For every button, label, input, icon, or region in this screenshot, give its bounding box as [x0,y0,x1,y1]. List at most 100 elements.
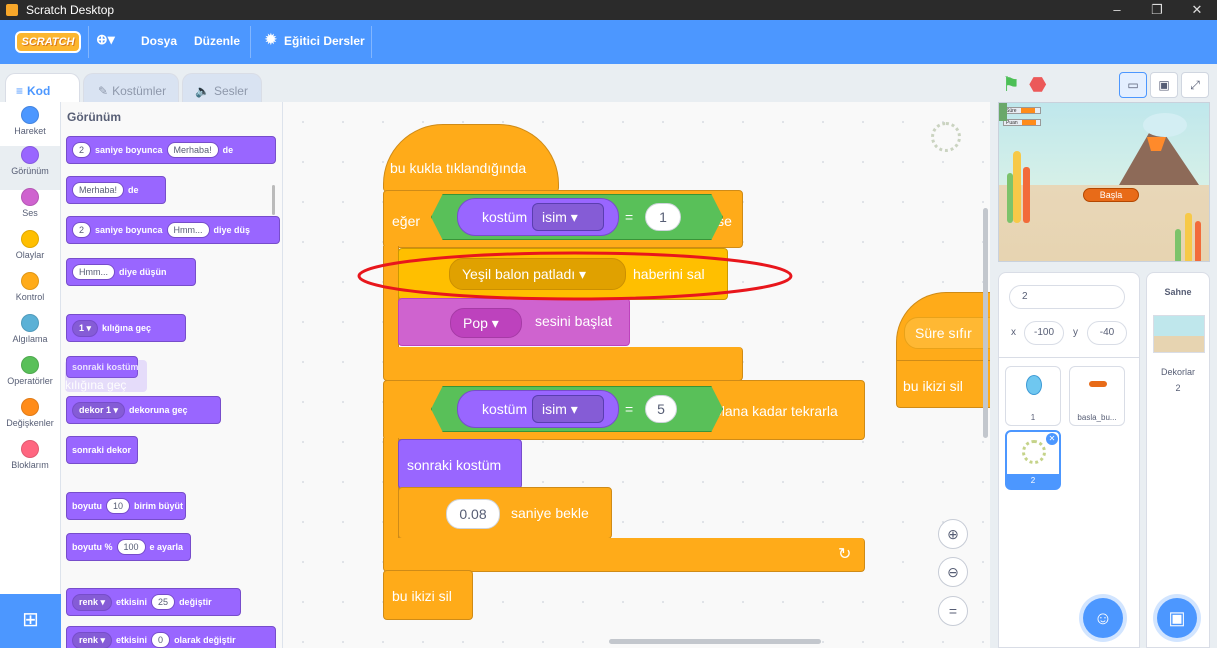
block-dropdown[interactable]: renk ▾ [72,593,113,611]
close-button[interactable]: ✕ [1177,0,1217,20]
costume-reporter-text: kostüm [482,209,528,225]
block-input[interactable]: Merhaba! [72,182,125,198]
side-reset-timer-block[interactable]: Süre sıfır [904,317,990,349]
script-vscrollbar[interactable] [983,208,988,438]
stage-canvas[interactable]: Süre Puan Başla [998,102,1210,262]
palette-change-effect-block[interactable]: renk ▾ etkisini 25 değiştir [66,588,241,616]
zoom-reset-button[interactable]: = [938,596,968,626]
category-motion[interactable]: Hareket [0,106,60,150]
zoom-in-button[interactable]: ⊕ [938,519,968,549]
sprite-name: basla_bu... [1077,413,1117,422]
category-operators[interactable]: Operatörler [0,356,60,400]
block-dropdown[interactable]: dekor 1 ▾ [72,401,126,419]
scratch-logo[interactable]: SCRATCH [15,31,81,53]
block-input[interactable]: Merhaba! [166,142,219,158]
if-label: eğer [392,213,421,229]
x-label: x [1011,327,1016,338]
block-text: de [222,145,234,155]
language-menu-icon[interactable]: ⊕▾ [96,31,115,48]
block-input[interactable]: Hmm... [72,264,115,280]
palette-set-size-block[interactable]: boyutu % 100 e ayarla [66,533,191,561]
palette-set-effect-block[interactable]: renk ▾ etkisini 0 olarak değiştir [66,626,276,648]
block-input[interactable]: Hmm... [166,222,210,238]
tab-sounds[interactable]: 🔈 Sesler [182,73,262,103]
block-dropdown[interactable]: renk ▾ [72,631,113,648]
tutorials-menu[interactable]: Eğitici Dersler [284,34,365,48]
app-icon [6,4,18,16]
delete-clone-block[interactable]: bu ikizi sil [383,570,473,620]
hat-text: bu kukla tıklandığında [390,160,527,176]
palette-say-block[interactable]: Merhaba! de [66,176,166,204]
category-control[interactable]: Kontrol [0,272,60,316]
start-game-button[interactable]: Başla [1083,188,1139,202]
wait-seconds-input[interactable]: 0.08 [446,499,500,529]
block-text: birim büyüt [134,501,184,511]
block-text: değiştir [179,597,212,607]
menu-bar: SCRATCH ⊕▾ Dosya Düzenle ✹ Eğitici Dersl… [0,20,1217,64]
block-input[interactable]: 25 [151,594,176,610]
sprite-name-input[interactable]: 2 [1009,285,1125,309]
palette-think-for-secs-block[interactable]: 2 saniye boyunca Hmm... diye düş [66,216,280,244]
block-input[interactable]: 2 [72,142,92,158]
sprite-tile[interactable]: basla_bu... [1069,366,1125,426]
palette-think-block[interactable]: Hmm... diye düşün [66,258,196,286]
script-area[interactable]: bu kukla tıklandığında eğer ise kostüm i… [283,102,990,648]
green-flag-icon[interactable]: ⚑ [1002,72,1020,97]
category-variables[interactable]: Değişkenler [0,398,60,442]
costume-name-dropdown[interactable]: isim ▾ [532,203,604,231]
category-looks[interactable]: Görünüm [0,146,60,190]
category-events[interactable]: Olaylar [0,230,60,274]
palette-next-backdrop-block[interactable]: sonraki dekor [66,436,138,464]
stage-target-pane[interactable]: Sahne Dekorlar 2 [1146,272,1210,648]
palette-scrollbar[interactable] [272,185,275,215]
category-my-blocks[interactable]: Bloklarım [0,440,60,484]
script-hscrollbar[interactable] [609,639,821,644]
edit-menu[interactable]: Düzenle [194,34,240,48]
category-sound[interactable]: Ses [0,188,60,232]
block-dropdown[interactable]: 1 ▾ [72,319,99,337]
minimize-button[interactable]: – [1097,0,1137,20]
choose-backdrop-button[interactable]: ▣ [1157,598,1197,638]
block-text: de [128,185,139,195]
palette-switch-backdrop-block[interactable]: dekor 1 ▾ dekoruna geç [66,396,221,424]
choose-sprite-button[interactable]: ☺ [1083,598,1123,638]
repeat-value-input[interactable]: 5 [645,395,677,423]
dropdown-text: isim ▾ [542,401,578,417]
if-value-input[interactable]: 1 [645,203,681,231]
backdrop-add-icon: ▣ [1168,608,1186,628]
palette-change-size-block[interactable]: boyutu 10 birim büyüt [66,492,186,520]
file-menu[interactable]: Dosya [141,34,177,48]
stop-icon[interactable]: ⬣ [1029,72,1046,97]
block-input[interactable]: 10 [106,498,131,514]
sprite-tile[interactable]: 1 [1005,366,1061,426]
category-sensing[interactable]: Algılama [0,314,60,358]
repeat-costume-dropdown[interactable]: isim ▾ [532,395,604,423]
events-dot-icon [21,230,39,248]
add-extension-button[interactable]: ⊞ [0,594,61,648]
next-costume-block[interactable]: sonraki kostüm [398,439,522,489]
tab-costumes[interactable]: ✎ Kostümler [83,73,179,103]
sprite-tile-selected[interactable]: ✕ 2 [1005,430,1061,490]
sprite-name: 1 [1030,413,1036,422]
variables-dot-icon [21,398,39,416]
block-text: diye düş [213,225,251,235]
costume-reporter-text: kostüm [482,401,528,417]
block-text: kılığına geç [102,323,152,333]
palette-say-for-secs-block[interactable]: 2 saniye boyunca Merhaba! de [66,136,276,164]
block-input[interactable]: 2 [72,222,92,238]
block-input[interactable]: 100 [116,539,146,555]
when-sprite-clicked-hat-block[interactable]: bu kukla tıklandığında [383,124,559,192]
maximize-button[interactable]: ❐ [1137,0,1177,20]
small-stage-button[interactable]: ▭ [1119,72,1147,98]
sound-dropdown[interactable]: Pop ▾ [450,308,522,338]
palette-switch-costume-block[interactable]: 1 ▾ kılığına geç [66,314,186,342]
zoom-out-button[interactable]: ⊖ [938,557,968,587]
wait-block[interactable]: saniye bekle [398,487,612,539]
fullscreen-button[interactable]: ⤢ [1181,72,1209,98]
sprite-x-input[interactable]: -100 [1024,321,1064,345]
sprite-y-input[interactable]: -40 [1087,321,1127,345]
tab-code[interactable]: ≡ Kod [5,73,80,103]
delete-sprite-icon[interactable]: ✕ [1046,433,1058,445]
large-stage-button[interactable]: ▣ [1150,72,1178,98]
block-input[interactable]: 0 [151,632,171,648]
